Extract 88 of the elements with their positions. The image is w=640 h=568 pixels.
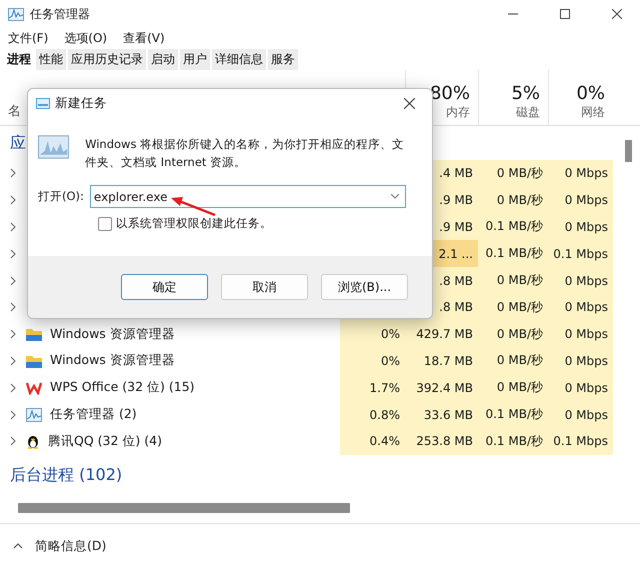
table-cell: 0.4% [340,428,405,455]
table-cell: 0 Mbps [548,160,613,187]
tab[interactable]: 应用历史记录 [68,48,146,70]
chevron-icon[interactable] [8,222,18,232]
table-cell: 0 MB/秒 [478,186,548,214]
dialog-title: 新建任务 [55,94,108,112]
table-cell: 253.8 MB [405,428,478,455]
process-name: WPS Office (32 位) (15) [50,379,195,396]
tab[interactable]: 详细信息 [212,48,266,70]
maximize-icon [560,9,570,19]
folder-icon [26,354,42,368]
table-cell: 0 Mbps [548,186,613,214]
dialog-button[interactable]: 浏览(B)... [321,274,408,300]
table-cell: 0% [340,320,405,348]
table-cell: 0 Mbps [548,348,613,374]
table-cell: 429.7 MB [405,320,478,348]
table-cell: 0 Mbps [548,214,613,240]
penguin-icon [26,433,40,450]
column-header[interactable]: 0% 网络 [548,70,613,125]
chevron-icon[interactable] [8,248,18,259]
table-cell: 0 Mbps [548,267,613,294]
checkbox[interactable] [98,216,112,230]
table-cell: 0 Mbps [548,401,613,428]
table-cell: 0 MB/秒 [478,294,548,321]
folder-icon [26,327,42,342]
process-name: 腾讯QQ (32 位) (4) [48,432,162,450]
dialog-button[interactable]: 确定 [121,274,208,300]
table-cell: 0.1 MB/秒 [478,428,548,455]
scrollbar-thumb[interactable] [625,140,632,162]
window-title: 任务管理器 [30,6,91,22]
chevron-icon[interactable] [8,329,18,340]
table-cell: 0.8% [340,401,405,428]
table-cell: 0.1 MB/秒 [478,214,548,240]
group-heading: 后台进程 (102) [10,465,122,486]
menu-item[interactable]: 文件(F) [8,30,48,46]
tab[interactable]: 性能 [36,48,66,70]
table-cell: 0.1 Mbps [548,240,613,268]
chevron-icon[interactable] [8,410,18,420]
window-icon [36,98,50,108]
checkbox-label: 以系统管理权限创建此任务。 [116,216,272,231]
group-heading: 应 [10,132,26,154]
tab[interactable]: 启动 [148,48,178,70]
wps-logo-icon [26,380,42,395]
monitor-graph-icon [26,408,42,422]
arrow-annotation [171,197,217,217]
table-cell: 1.7% [340,374,405,402]
tab[interactable]: 用户 [180,48,210,70]
column-header[interactable]: 5% 磁盘 [478,70,548,125]
table-cell: 0 MB/秒 [478,160,548,187]
table-cell: 0 Mbps [548,294,613,321]
process-name: 任务管理器 (2) [50,406,137,424]
chevron-icon[interactable] [8,195,18,206]
table-cell: 0% [340,348,405,374]
table-cell: 0 MB/秒 [478,348,548,374]
chevron-icon[interactable] [8,168,18,178]
table-cell: 0.1 Mbps [548,428,613,455]
process-name: Windows 资源管理器 [50,352,175,370]
table-cell: 0 MB/秒 [478,267,548,294]
table-cell: 0 MB/秒 [478,320,548,348]
caret-icon [391,194,399,199]
table-cell: 0 Mbps [548,320,613,348]
graph-icon [38,135,70,159]
command-combobox[interactable]: explorer.exe [90,185,406,208]
table-cell: 18.7 MB [405,348,478,374]
table-cell: 392.4 MB [405,374,478,402]
menu-item[interactable]: 查看(V) [123,30,165,46]
menu-item[interactable]: 选项(O) [64,30,108,46]
close-icon [404,98,414,108]
chevron-up-icon[interactable] [13,543,23,549]
fewer-details-button[interactable]: 简略信息(D) [35,538,106,554]
chevron-icon[interactable] [8,276,18,286]
table-cell: 33.6 MB [405,401,478,428]
table-cell: 0 MB/秒 [478,374,548,402]
description-text: Windows 将根据你所键入的名称，为你打开相应的程序、文件夹、文档或 Internet 资源。 [85,136,406,171]
table-cell: 0 Mbps [548,374,613,402]
open-label: 打开(O): [38,189,84,204]
close-icon [612,9,622,19]
dialog-button[interactable]: 取消 [221,274,308,300]
table-cell: 0.1 MB/秒 [478,401,548,428]
table-cell: 0.1 MB/秒 [478,240,548,268]
chevron-icon[interactable] [8,436,18,446]
chevron-icon[interactable] [8,356,18,366]
tab[interactable]: 服务 [268,48,298,70]
chevron-icon[interactable] [8,382,18,393]
app-graph-icon [8,8,24,20]
scrollbar-thumb[interactable] [18,502,350,513]
chevron-icon[interactable] [8,302,18,312]
process-name: Windows 资源管理器 [50,326,175,343]
